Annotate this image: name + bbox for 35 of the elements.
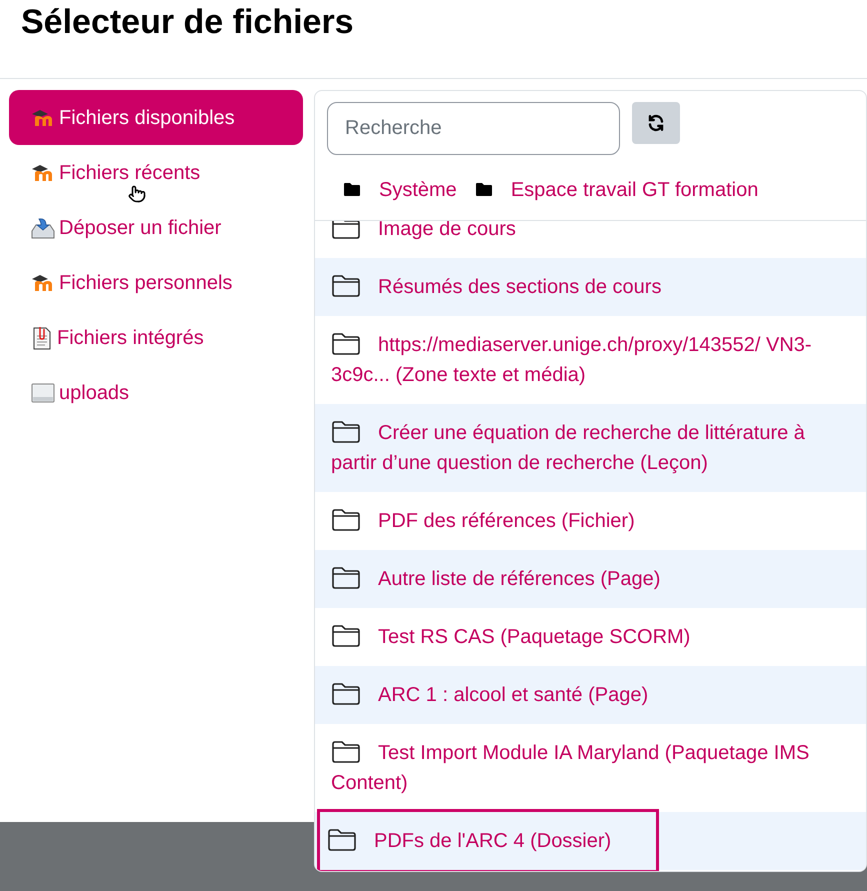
drive-icon bbox=[31, 382, 55, 402]
breadcrumb-link[interactable]: Espace travail GT formation bbox=[510, 174, 758, 204]
file-list-item[interactable]: Test RS CAS (Paquetage SCORM) bbox=[325, 608, 846, 666]
file-list-item[interactable]: Test Import Module IA Maryland (Paquetage IMS Content) bbox=[325, 724, 846, 812]
sidebar-item[interactable]: uploads bbox=[9, 365, 303, 420]
sidebar-item[interactable]: Fichiers récents bbox=[9, 145, 303, 200]
folder-icon bbox=[331, 332, 361, 356]
folder-icon bbox=[331, 740, 361, 764]
refresh-icon bbox=[647, 114, 665, 132]
graduation-logo-icon bbox=[31, 110, 55, 126]
clipped-document-icon bbox=[31, 326, 53, 350]
folder-icon bbox=[474, 182, 493, 197]
folder-icon bbox=[331, 682, 361, 706]
dialog-title: Sélecteur de fichiers bbox=[21, 2, 355, 42]
search-field[interactable]: Recherche bbox=[327, 102, 620, 155]
sidebar-item[interactable]: Fichiers disponibles bbox=[9, 90, 303, 145]
graduation-logo-icon bbox=[31, 274, 55, 290]
breadcrumb-link[interactable]: Système bbox=[379, 174, 457, 204]
folder-icon bbox=[331, 566, 361, 590]
file-list-item[interactable]: PDF des références (Fichier) bbox=[325, 492, 846, 550]
folder-icon bbox=[331, 274, 361, 298]
upload-tray-icon bbox=[31, 216, 55, 238]
sidebar-item[interactable]: Fichiers personnels bbox=[9, 255, 303, 310]
refresh-button[interactable] bbox=[632, 102, 680, 144]
folder-icon bbox=[327, 828, 357, 852]
file-list-item[interactable]: https://mediaserver.unige.ch/proxy/143552/ VN3-3c9c... (Zone texte et média) bbox=[325, 316, 846, 404]
folder-icon bbox=[343, 182, 361, 197]
folder-icon bbox=[331, 508, 361, 532]
sidebar-item[interactable]: Fichiers intégrés bbox=[9, 310, 303, 365]
folder-icon bbox=[331, 221, 361, 240]
sidebar-item[interactable]: Déposer un fichier bbox=[9, 200, 303, 255]
graduation-logo-icon bbox=[31, 164, 55, 180]
folder-icon bbox=[331, 624, 361, 648]
hand-cursor-icon bbox=[128, 185, 146, 203]
folder-icon bbox=[331, 420, 361, 444]
